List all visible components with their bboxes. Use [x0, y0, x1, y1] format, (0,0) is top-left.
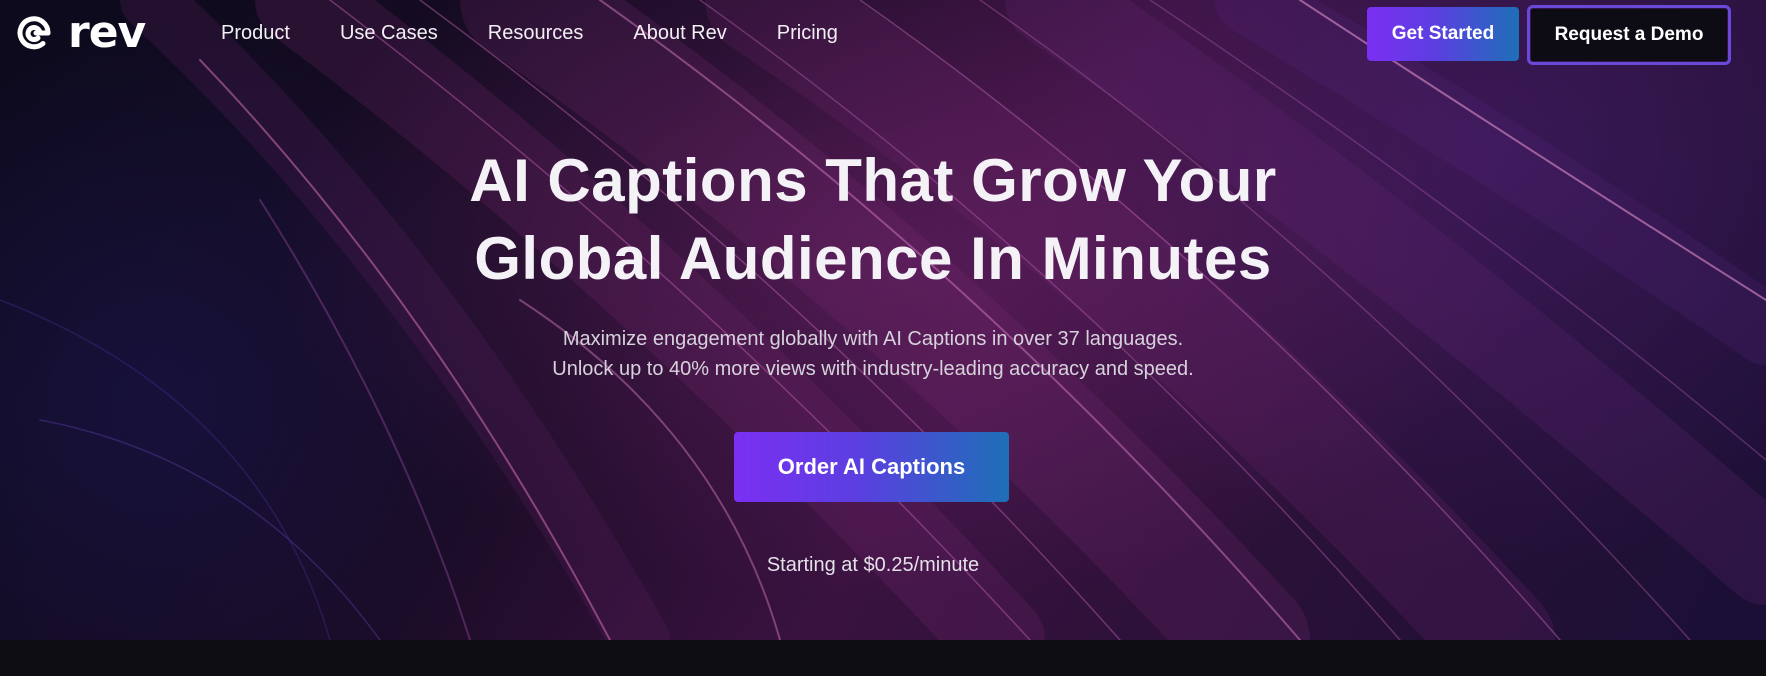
hero-headline-line-1: AI Captions That Grow Your — [469, 147, 1277, 214]
nav-item-about-rev[interactable]: About Rev — [633, 22, 726, 45]
request-demo-button[interactable]: Request a Demo — [1529, 7, 1729, 63]
order-ai-captions-button[interactable]: Order AI Captions — [734, 432, 1009, 502]
get-started-button[interactable]: Get Started — [1367, 7, 1519, 61]
hero-subtext-line-1: Maximize engagement globally with AI Cap… — [562, 328, 1184, 350]
hero-headline-line-2: Global Audience In Minutes — [474, 225, 1272, 292]
nav-links: Product Use Cases Resources About Rev Pr… — [221, 22, 888, 45]
nav-item-use-cases[interactable]: Use Cases — [340, 22, 438, 45]
top-navigation: rev Product Use Cases Resources About Re… — [0, 0, 1766, 68]
rev-logo[interactable]: rev — [14, 7, 146, 58]
logo-wordmark: rev — [68, 7, 146, 58]
bottom-band — [0, 640, 1766, 676]
hero-section — [0, 0, 1766, 640]
hero-headline: AI Captions That Grow Your Global Audien… — [0, 142, 1746, 298]
hero-subtext: Maximize engagement globally with AI Cap… — [0, 324, 1746, 384]
page: rev Product Use Cases Resources About Re… — [0, 0, 1766, 676]
pricing-note: Starting at $0.25/minute — [766, 554, 980, 576]
rev-logo-icon — [17, 16, 51, 50]
hero-subtext-line-2: Unlock up to 40% more views with industr… — [552, 358, 1194, 380]
nav-item-resources[interactable]: Resources — [488, 22, 584, 45]
hero-background-streaks — [0, 0, 1766, 640]
nav-item-product[interactable]: Product — [221, 22, 290, 45]
nav-item-pricing[interactable]: Pricing — [777, 22, 838, 45]
